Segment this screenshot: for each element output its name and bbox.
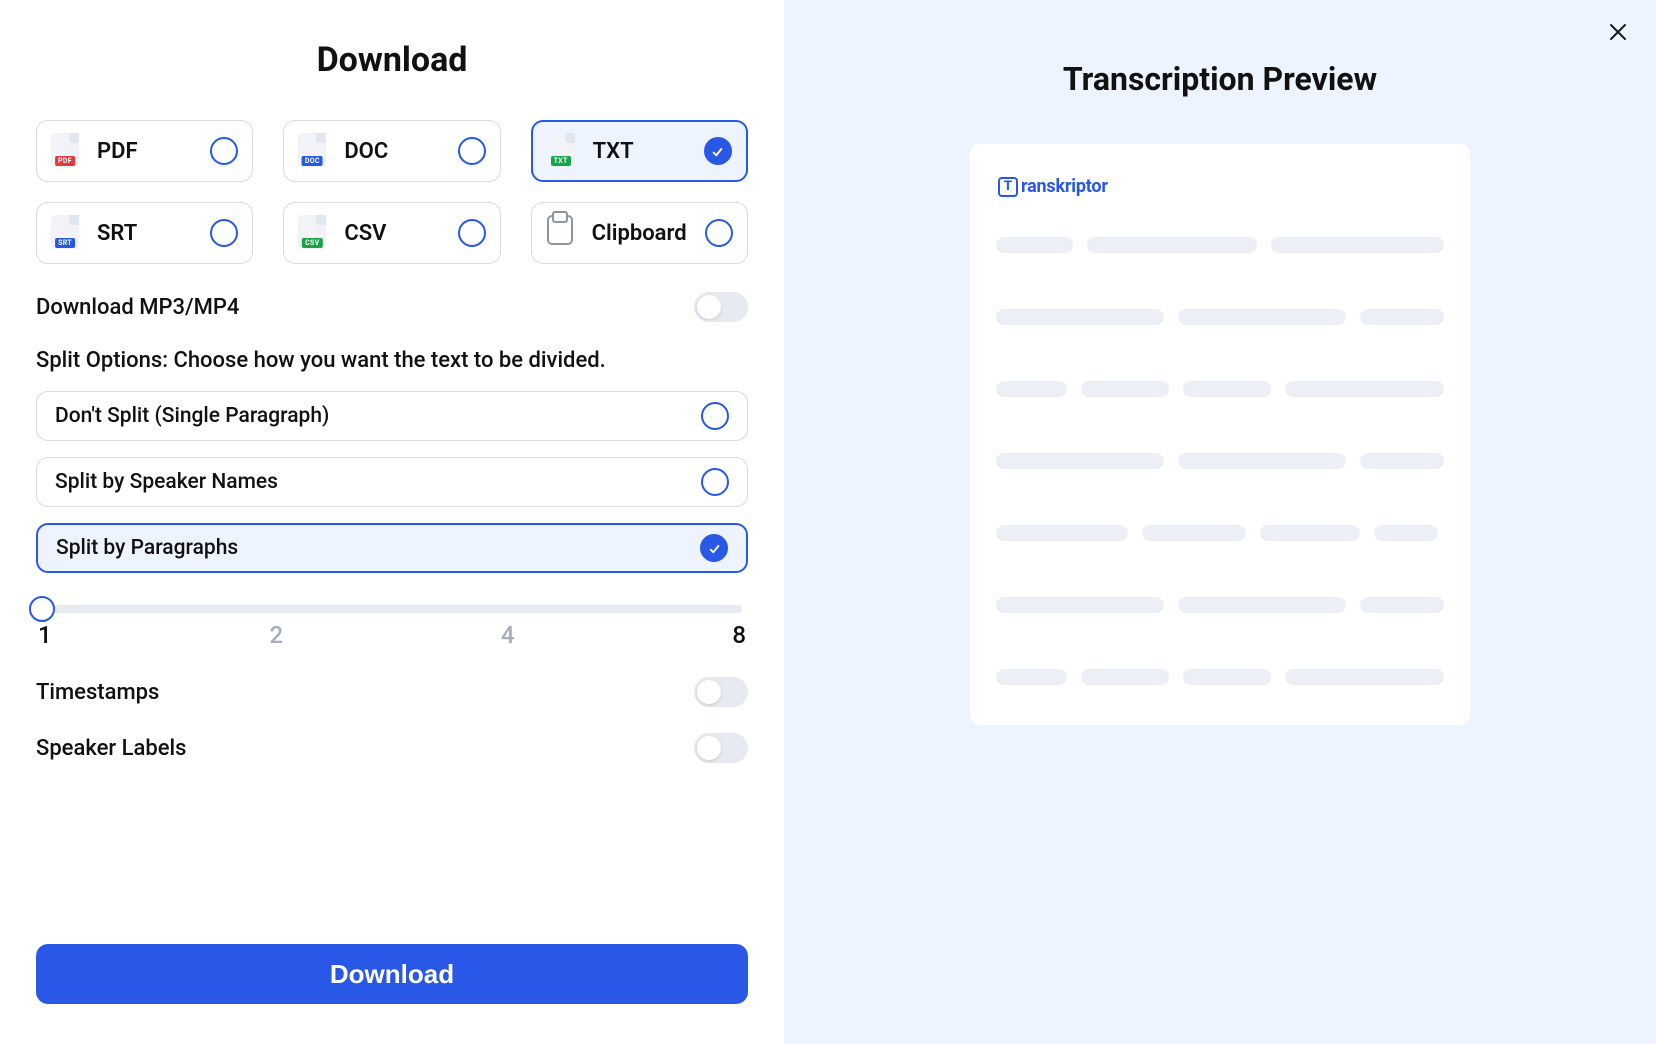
close-button[interactable] [1606,20,1630,44]
download-button[interactable]: Download [36,944,748,1004]
format-grid: PDF PDF DOC DOC TXT TXT SRT SRT CSV CSV … [36,120,748,264]
toggle-label: Speaker Labels [36,736,186,761]
slider-tick: 4 [501,621,515,649]
file-pdf-icon: PDF [49,133,81,169]
slider-labels: 1 2 4 8 [36,621,748,649]
format-option-pdf[interactable]: PDF PDF [36,120,253,182]
format-label: PDF [97,139,194,164]
split-option-label: Split by Paragraphs [56,536,238,560]
format-label: DOC [344,139,441,164]
preview-line-group [996,597,1444,613]
format-label: SRT [97,221,194,246]
file-doc-icon: DOC [296,133,328,169]
format-label: Clipboard [592,221,689,246]
radio-unchecked-icon [458,219,486,247]
preview-line-group [996,453,1444,469]
split-option-label: Split by Speaker Names [55,470,278,494]
clipboard-icon [544,215,576,251]
file-csv-icon: CSV [296,215,328,251]
format-label: CSV [344,221,441,246]
preview-line-group [996,237,1444,253]
slider-thumb[interactable] [29,596,55,622]
timestamps-row: Timestamps [36,677,748,707]
split-section-label: Split Options: Choose how you want the t… [36,348,748,373]
split-option-label: Don't Split (Single Paragraph) [55,404,329,428]
preview-title: Transcription Preview [1063,60,1377,98]
radio-checked-icon [700,534,728,562]
toggle-label: Timestamps [36,680,159,705]
format-option-doc[interactable]: DOC DOC [283,120,500,182]
radio-checked-icon [704,137,732,165]
file-srt-icon: SRT [49,215,81,251]
preview-line-group [996,669,1444,685]
brand-t-icon: T [998,177,1018,197]
download-media-row: Download MP3/MP4 [36,292,748,322]
timestamps-toggle[interactable] [694,677,748,707]
format-option-csv[interactable]: CSV CSV [283,202,500,264]
radio-unchecked-icon [701,468,729,496]
format-option-txt[interactable]: TXT TXT [531,120,748,182]
radio-unchecked-icon [210,219,238,247]
radio-unchecked-icon [701,402,729,430]
file-txt-icon: TXT [545,133,577,169]
preview-line-group [996,309,1444,325]
split-option-dont-split[interactable]: Don't Split (Single Paragraph) [36,391,748,441]
speaker-labels-toggle[interactable] [694,733,748,763]
speaker-labels-row: Speaker Labels [36,733,748,763]
preview-card: T ranskriptor [970,144,1470,725]
format-option-clipboard[interactable]: Clipboard [531,202,748,264]
radio-unchecked-icon [705,219,733,247]
slider-track[interactable] [42,605,742,613]
split-option-paragraphs[interactable]: Split by Paragraphs [36,523,748,573]
download-media-toggle[interactable] [694,292,748,322]
preview-line-group [996,381,1444,397]
format-option-srt[interactable]: SRT SRT [36,202,253,264]
brand-logo: T ranskriptor [998,176,1444,197]
paragraph-slider: 1 2 4 8 [36,599,748,649]
slider-tick: 2 [269,621,283,649]
split-option-speaker-names[interactable]: Split by Speaker Names [36,457,748,507]
close-icon [1606,20,1630,44]
slider-max: 8 [732,621,746,649]
format-label: TXT [593,139,688,164]
radio-unchecked-icon [458,137,486,165]
page-title: Download [36,40,748,80]
radio-unchecked-icon [210,137,238,165]
toggle-label: Download MP3/MP4 [36,295,239,320]
preview-line-group [996,525,1444,541]
slider-min: 1 [38,621,52,649]
brand-text: ranskriptor [1021,176,1108,197]
